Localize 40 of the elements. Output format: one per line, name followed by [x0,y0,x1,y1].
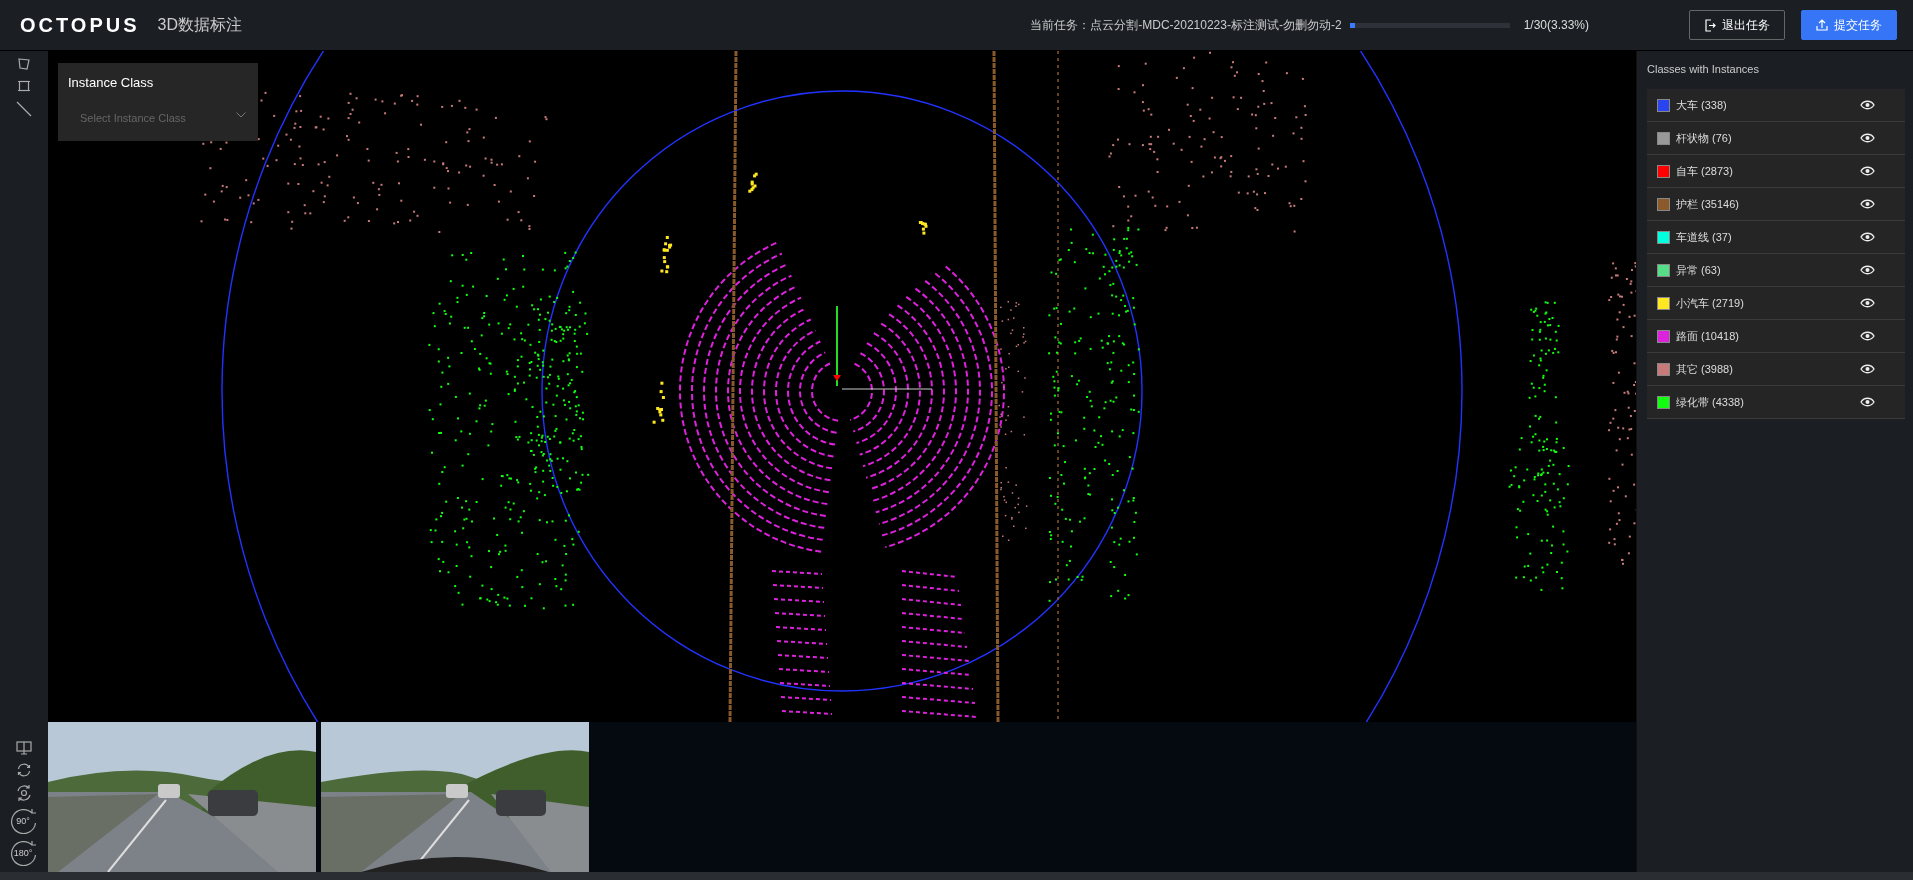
progress-reading: 1/30(3.33%) [1523,18,1589,32]
eye-icon[interactable] [1860,265,1875,275]
monitor-icon[interactable] [16,741,32,756]
task-name: 当前任务：点云分割-MDC-20210223-标注测试-勿删勿动-2 [1030,16,1342,34]
class-item[interactable]: 其它 (3988) [1647,353,1905,386]
instance-class-select[interactable]: Select Instance Class [68,110,248,126]
logo: OCTOPUS [20,13,140,37]
refresh-icon[interactable] [16,762,32,778]
submit-button[interactable]: 提交任务 [1801,10,1897,40]
class-item[interactable]: 护栏 (35146) [1647,188,1905,221]
reset-view-icon[interactable] [15,784,33,802]
app-title: 3D数据标注 [157,14,242,35]
exit-button[interactable]: 退出任务 [1689,10,1785,40]
class-item[interactable]: 绿化带 (4338) [1647,386,1905,419]
rotate-button[interactable]: 180° [8,840,40,866]
upload-icon [1816,19,1828,31]
panel-title: Instance Class [68,75,155,90]
box-tool-icon[interactable] [17,79,31,93]
eye-icon[interactable] [1860,199,1875,209]
chevron-down-icon [236,112,246,118]
eye-icon[interactable] [1860,133,1875,143]
class-item[interactable]: 异常 (63) [1647,254,1905,287]
class-item[interactable]: 大车 (338) [1647,89,1905,122]
class-item[interactable]: 自车 (2873) [1647,155,1905,188]
eye-icon[interactable] [1860,364,1875,374]
class-item[interactable]: 路面 (10418) [1647,320,1905,353]
class-item[interactable]: 小汽车 (2719) [1647,287,1905,320]
class-item[interactable]: 车道线 (37) [1647,221,1905,254]
rotate-button[interactable]: 90° [8,808,40,834]
class-item[interactable]: 杆状物 (76) [1647,122,1905,155]
eye-icon[interactable] [1860,397,1875,407]
line-tool-icon[interactable] [16,101,32,117]
eye-icon[interactable] [1860,331,1875,341]
panel-title: Classes with Instances [1647,63,1760,77]
eye-icon[interactable] [1860,298,1875,308]
exit-icon [1704,18,1716,32]
eye-icon[interactable] [1860,166,1875,176]
eye-icon[interactable] [1860,232,1875,242]
polygon-tool-icon[interactable] [17,57,31,71]
eye-icon[interactable] [1860,100,1875,110]
